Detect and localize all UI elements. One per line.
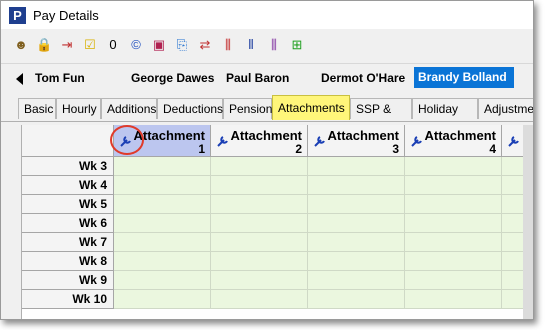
tab-holiday-pay[interactable]: Holiday Pay [412, 98, 478, 137]
grid-cell[interactable] [211, 157, 308, 176]
tab-additions[interactable]: Additions [101, 98, 157, 119]
tab-ssp-smp[interactable]: SSP & SMP [350, 98, 412, 137]
column-header[interactable]: Attachment 2 [211, 125, 308, 157]
grid-cell[interactable] [114, 157, 211, 176]
window-title: Pay Details [33, 8, 99, 23]
tab-strip: Basic Hourly Additions Deductions Pensio… [1, 95, 533, 137]
tab-deductions[interactable]: Deductions [157, 98, 223, 119]
wrench-icon[interactable] [216, 134, 230, 148]
grid-cell[interactable] [405, 176, 502, 195]
book-icon[interactable]: ▣ [151, 37, 167, 53]
grid-cell[interactable] [308, 195, 405, 214]
grid-cell[interactable] [114, 233, 211, 252]
column-number: 4 [489, 142, 496, 156]
tab-basic[interactable]: Basic [18, 98, 56, 119]
employee-bar: Tom Fun George Dawes Paul Baron Dermot O… [1, 63, 533, 92]
grid-cell[interactable] [114, 195, 211, 214]
grid-cell[interactable] [114, 214, 211, 233]
grid-cell[interactable] [405, 233, 502, 252]
grid-cell[interactable] [211, 195, 308, 214]
tab-adjustments[interactable]: Adjustme [478, 98, 533, 119]
tab-hourly[interactable]: Hourly [56, 98, 101, 119]
grid-cell[interactable] [308, 214, 405, 233]
column-header[interactable]: Attachment 3 [308, 125, 405, 157]
grid-cell[interactable] [308, 271, 405, 290]
grid-cell[interactable] [405, 271, 502, 290]
person-icon[interactable]: ☻ [13, 37, 29, 53]
row-header: Wk 10 [22, 290, 114, 309]
column-title: Attachment [327, 128, 399, 143]
grid-cell[interactable] [308, 157, 405, 176]
grid-cell[interactable] [114, 252, 211, 271]
grid-cell[interactable] [211, 176, 308, 195]
row-header: Wk 6 [22, 214, 114, 233]
grid-cell[interactable] [114, 290, 211, 309]
column-delete-icon[interactable]: ⫼ [266, 37, 282, 53]
grid-cell[interactable] [114, 176, 211, 195]
grid-cell[interactable] [308, 290, 405, 309]
grid-cell[interactable] [211, 214, 308, 233]
app-icon: P [9, 7, 26, 24]
row-header: Wk 4 [22, 176, 114, 195]
highlight-circle [110, 125, 144, 155]
grid-cell[interactable] [405, 195, 502, 214]
grid-corner [22, 125, 114, 157]
import-icon[interactable]: ⇥ [59, 37, 75, 53]
row-header: Wk 5 [22, 195, 114, 214]
row-header: Wk 9 [22, 271, 114, 290]
title-bar: P Pay Details [1, 1, 533, 29]
column-number: 3 [392, 142, 399, 156]
attachments-grid: Attachment 1 Attachment 2 Attachment 3 A… [21, 125, 533, 319]
column-insert-icon[interactable]: ⫼ [220, 37, 236, 53]
grid-cell[interactable] [211, 233, 308, 252]
employee-george-dawes[interactable]: George Dawes [131, 71, 214, 85]
column-number: 2 [295, 142, 302, 156]
add-column-icon[interactable]: ⊞ [289, 37, 305, 53]
column-number: 1 [198, 142, 205, 156]
wrench-icon[interactable] [507, 134, 521, 148]
lock-icon[interactable]: 🔒 [36, 37, 52, 53]
grid-cell[interactable] [405, 252, 502, 271]
grid-cell[interactable] [308, 176, 405, 195]
copyright-icon[interactable]: © [128, 37, 144, 53]
tab-attachments[interactable]: Attachments [272, 95, 350, 120]
employee-tom-fun[interactable]: Tom Fun [35, 71, 85, 85]
column-title: Attachment [133, 128, 205, 143]
grid-cell[interactable] [308, 252, 405, 271]
column-title: Attachment [230, 128, 302, 143]
wrench-icon[interactable] [313, 134, 327, 148]
column-header[interactable]: Attachment 4 [405, 125, 502, 157]
transfer-icon[interactable]: ⇄ [197, 37, 213, 53]
previous-employee-icon[interactable] [16, 73, 23, 85]
grid-right-edge [523, 125, 533, 319]
employee-dermot-ohare[interactable]: Dermot O'Hare [321, 71, 405, 85]
column-title: Attachment [424, 128, 496, 143]
grid-cell[interactable] [114, 271, 211, 290]
copy-icon[interactable]: ⎘ [174, 37, 190, 53]
row-header: Wk 7 [22, 233, 114, 252]
grid-cell[interactable] [405, 290, 502, 309]
grid-cell[interactable] [211, 271, 308, 290]
pay-details-window: P Pay Details ☻ 🔒 ⇥ ☑ 0 © ▣ ⎘ ⇄ ⫼ ⦀ ⫼ ⊞ … [0, 0, 534, 320]
columns-icon[interactable]: ⦀ [243, 37, 259, 53]
checklist-icon[interactable]: ☑ [82, 37, 98, 53]
grid-cell[interactable] [308, 233, 405, 252]
wrench-icon[interactable] [410, 134, 424, 148]
zero-icon[interactable]: 0 [105, 37, 121, 53]
grid-cell[interactable] [211, 252, 308, 271]
toolbar: ☻ 🔒 ⇥ ☑ 0 © ▣ ⎘ ⇄ ⫼ ⦀ ⫼ ⊞ [1, 31, 533, 61]
grid-cell[interactable] [405, 157, 502, 176]
employee-brandy-bolland[interactable]: Brandy Bolland [414, 67, 514, 88]
row-header: Wk 8 [22, 252, 114, 271]
employee-paul-baron[interactable]: Paul Baron [226, 71, 289, 85]
grid-cell[interactable] [211, 290, 308, 309]
tab-pensions[interactable]: Pensions [223, 98, 278, 119]
row-header: Wk 3 [22, 157, 114, 176]
grid-cell[interactable] [405, 214, 502, 233]
